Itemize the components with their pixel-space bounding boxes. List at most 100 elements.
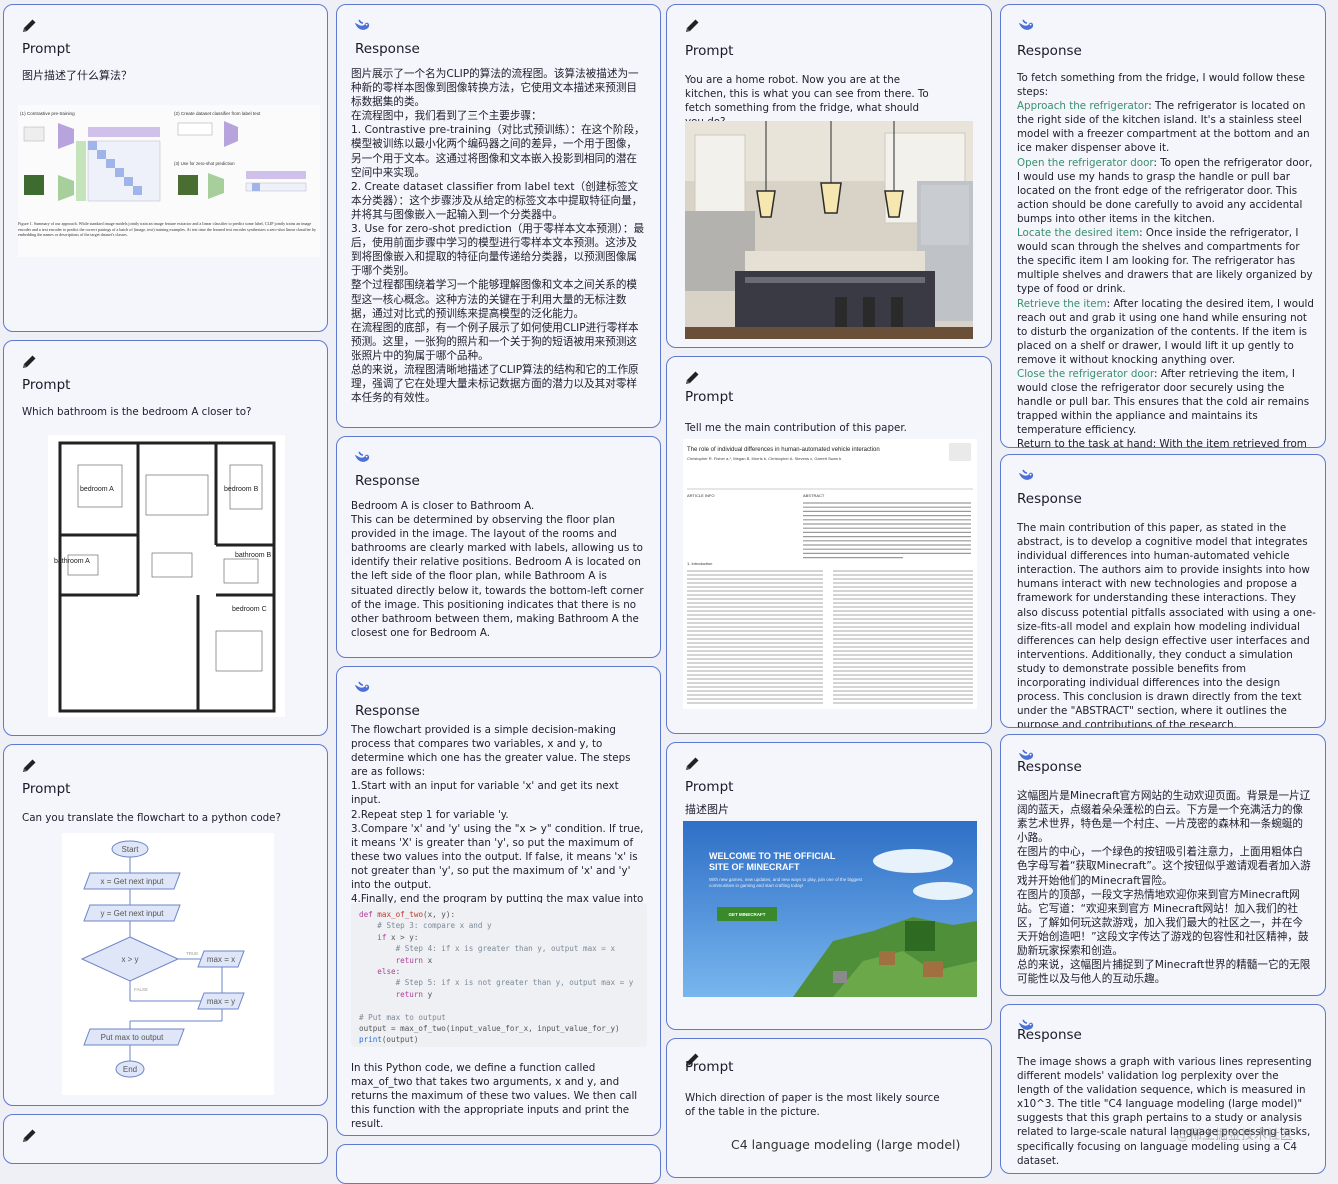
card-title: Prompt [22, 41, 71, 57]
paper-title: The role of individual differences in hu… [687, 447, 880, 453]
response-intro: To fetch something from the fridge, I wo… [1017, 72, 1305, 99]
response-step: Retrieve the item: After locating the de… [1017, 297, 1317, 367]
card-title: Prompt [22, 377, 71, 393]
pen-icon [20, 757, 38, 775]
bedroom-a-label: bedroom A [80, 486, 114, 493]
floorplan-image: bedroom A bedroom B bathroom A bathroom … [48, 435, 285, 717]
article-info-label: ARTICLE INFO [687, 493, 715, 498]
response-card-partial [336, 1144, 661, 1184]
flow-end: End [123, 1065, 137, 1074]
response-card-kitchen: Response To fetch something from the fri… [1000, 4, 1326, 448]
response-card-minecraft: Response 这幅图片是Minecraft官方网站的生动欢迎页面。背景是一片… [1000, 734, 1326, 996]
bird-logo-icon [353, 679, 371, 697]
response-step: Open the refrigerator door: To open the … [1017, 156, 1317, 226]
step-heading: Close the refrigerator door [1017, 367, 1155, 380]
prompt-text: Can you translate the flowchart to a pyt… [22, 812, 281, 824]
response-card-clip: Response 图片展示了一个名为CLIP的算法的流程图。该算法被描述为一种新… [336, 4, 661, 428]
response-step: Close the refrigerator door: After retri… [1017, 367, 1317, 437]
response-card-graph: Response The image shows a graph with va… [1000, 1004, 1326, 1174]
left-diagram-label: (1) Contrastive pre-training [20, 111, 75, 116]
response-step: Locate the desired item: Once inside the… [1017, 226, 1317, 296]
card-title: Prompt [685, 1059, 734, 1075]
bird-logo-icon [353, 17, 371, 35]
prompt-card-flowchart: Prompt Can you translate the flowchart t… [3, 744, 328, 1106]
python-code-block: def max_of_two(x, y): # Step 3: compare … [351, 903, 647, 1047]
abstract-label: ABSTRACT [803, 493, 825, 498]
card-title: Response [1017, 491, 1082, 507]
pen-icon [20, 353, 38, 371]
pen-icon [20, 17, 38, 35]
paper-page-image: The role of individual differences in hu… [683, 439, 977, 709]
flow-input-y: y = Get next input [101, 909, 165, 918]
response-text: The image shows a graph with various lin… [1017, 1056, 1312, 1167]
prompt-card-table: Prompt Which direction of paper is the m… [666, 1038, 992, 1178]
step-heading: Approach the refrigerator [1017, 100, 1149, 113]
get-minecraft-button[interactable]: GET MINECRAFT [729, 912, 766, 917]
step-heading: Open the refrigerator door [1017, 156, 1154, 169]
pen-icon [683, 369, 701, 387]
flow-false-label: FALSE [134, 987, 148, 992]
bedroom-c-label: bedroom C [232, 606, 267, 613]
flow-output: Put max to output [101, 1033, 164, 1042]
bathroom-b-label: bathroom B [235, 552, 272, 559]
bird-logo-icon [1017, 17, 1035, 35]
flow-max-x: max = x [207, 955, 235, 964]
site-subtext: With new games, new updates, and new way… [709, 877, 863, 888]
card-title: Response [355, 703, 420, 719]
flow-start: Start [122, 845, 140, 854]
pen-icon [20, 1127, 38, 1145]
response-text: The main contribution of this paper, as … [1017, 522, 1316, 728]
card-title: Prompt [685, 389, 734, 405]
prompt-card-partial [3, 1114, 328, 1164]
card-title: Prompt [22, 781, 71, 797]
flowchart-image: Start x = Get next input y = Get next in… [62, 833, 274, 1095]
response-text: Bedroom A is closer to Bathroom A. This … [351, 500, 644, 639]
clip-diagram-image: (1) Contrastive pre-training (2) Create … [18, 105, 320, 257]
card-title: Response [1017, 43, 1082, 59]
response-text: 这幅图片是Minecraft官方网站的生动欢迎页面。背景是一片辽阔的蓝天，点缀着… [1017, 790, 1311, 986]
intro-heading: 1. Introduction [687, 561, 712, 566]
bedroom-b-label: bedroom B [224, 486, 259, 493]
response-card-paper: Response The main contribution of this p… [1000, 454, 1326, 728]
card-title: Response [1017, 1027, 1082, 1043]
response-closing-text: In this Python code, we define a functio… [351, 1062, 638, 1131]
response-card-floorplan: Response Bedroom A is closer to Bathroom… [336, 436, 661, 658]
prompt-card-kitchen: Prompt You are a home robot. Now you are… [666, 4, 992, 348]
flow-max-y: max = y [207, 997, 235, 1006]
right-diagram-label: (2) Create dataset classifier from label… [174, 111, 261, 116]
prompt-card-clip: Prompt 图片描述了什么算法？ (1) Contrastive pre-tr… [3, 4, 328, 332]
bathroom-a-label: bathroom A [54, 558, 90, 565]
step-heading: Locate the desired item [1017, 227, 1140, 240]
prompt-text: Tell me the main contribution of this pa… [685, 422, 907, 434]
minecraft-site-image: WELCOME TO THE OFFICIAL SITE OF MINECRAFT… [683, 821, 977, 997]
prompt-text: 图片描述了什么算法？ [22, 69, 132, 82]
response-text: To fetch something from the fridge, I wo… [1017, 71, 1317, 448]
prompt-text: Which bathroom is the bedroom A closer t… [22, 406, 252, 418]
card-title: Response [355, 41, 420, 57]
flow-condition: x > y [121, 955, 138, 964]
kitchen-photo [685, 121, 973, 339]
flow-input-x: x = Get next input [101, 877, 165, 886]
response-text: 图片展示了一个名为CLIP的算法的流程图。该算法被描述为一种新的零样本图像到图像… [351, 68, 645, 405]
card-title: Prompt [685, 43, 734, 59]
prompt-text: 描述图片 [685, 803, 729, 816]
bird-logo-icon [1017, 467, 1035, 485]
figure-caption: Figure 1. Summary of our approach. While… [18, 221, 317, 238]
card-title: Response [355, 473, 420, 489]
watermark: @稀土掘金技术社区 [1176, 1128, 1294, 1143]
paper-authors: Christopher R. Fisher a,*, Megan B. Morr… [687, 456, 842, 461]
response-outro: Return to the task at hand: With the ite… [1017, 438, 1307, 448]
prompt-card-minecraft: Prompt 描述图片 WELCOME TO THE OFFICIAL SITE … [666, 742, 992, 1030]
flow-true-label: TRUE [186, 951, 198, 956]
card-title: Response [1017, 759, 1082, 775]
prompt-card-floorplan: Prompt Which bathroom is the bedroom A c… [3, 340, 328, 736]
response-step: Approach the refrigerator: The refrigera… [1017, 99, 1317, 155]
prompt-card-paper: Prompt Tell me the main contribution of … [666, 356, 992, 734]
pen-icon [683, 755, 701, 773]
bird-logo-icon [353, 449, 371, 467]
response-card-flowchart: Response The flowchart provided is a sim… [336, 666, 661, 1136]
card-title: Prompt [685, 779, 734, 795]
prompt-text: Which direction of paper is the most lik… [685, 1092, 940, 1119]
pen-icon [683, 17, 701, 35]
step-heading: Retrieve the item [1017, 297, 1107, 310]
